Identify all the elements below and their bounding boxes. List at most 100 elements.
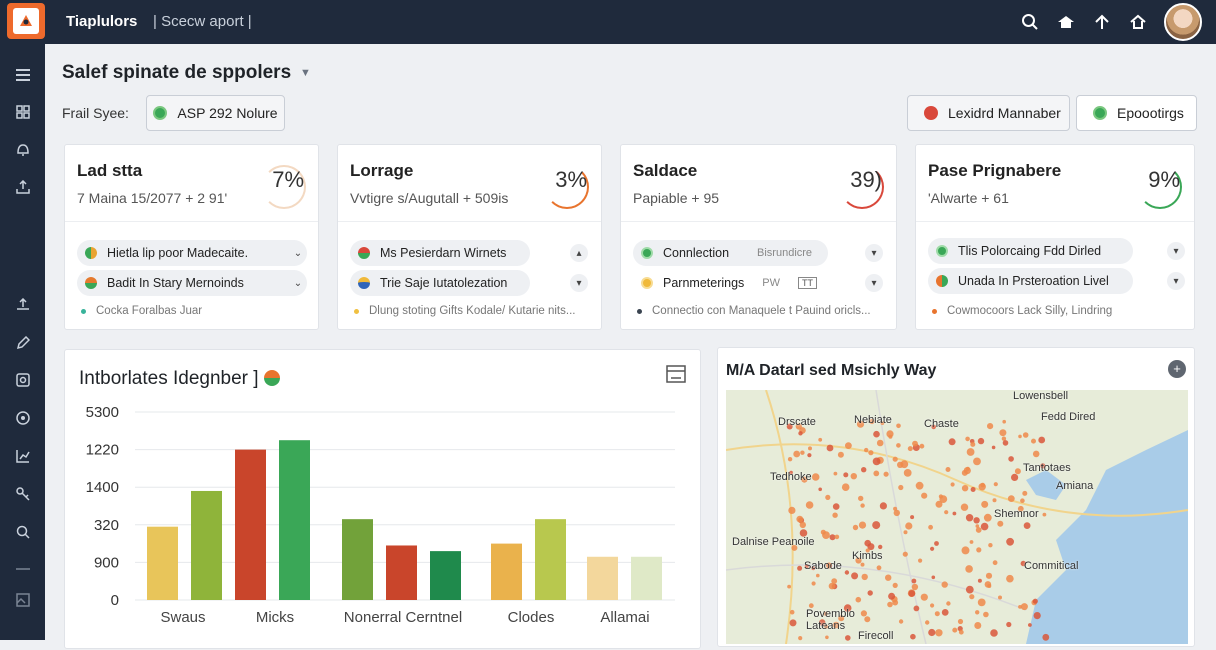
- bell-icon[interactable]: [12, 138, 34, 160]
- bar: [191, 490, 222, 600]
- map-point: [977, 598, 986, 607]
- map-label: Tantotaes: [1023, 462, 1071, 474]
- map-point: [903, 530, 908, 535]
- map-point: [829, 534, 836, 541]
- map-point: [945, 467, 951, 472]
- upload-tray-icon[interactable]: [12, 176, 34, 198]
- map-point: [892, 456, 898, 462]
- map[interactable]: Lowensbell Nebiate Chaste Fedd Dired Drs…: [726, 390, 1188, 644]
- map-point: [858, 521, 867, 529]
- card-item[interactable]: Tlis Polorcaing Fdd Dirled: [928, 238, 1133, 264]
- avatar[interactable]: [1164, 3, 1202, 41]
- map-point: [797, 565, 803, 571]
- map-point: [841, 483, 850, 491]
- chevron-down-icon[interactable]: ⌄: [289, 274, 307, 292]
- map-point: [966, 448, 975, 456]
- map-point: [980, 482, 985, 488]
- grid-icon[interactable]: [12, 101, 34, 123]
- map-point: [980, 522, 989, 531]
- map-point: [907, 446, 913, 452]
- map-point: [965, 585, 974, 594]
- kpi-card-4[interactable]: Pase Prignabere 'Alwarte + 61 9% Tlis Po…: [915, 144, 1195, 330]
- map-point: [990, 629, 998, 637]
- manager-button[interactable]: Lexidrd Mannaber: [907, 95, 1070, 131]
- card-percent: 39): [850, 167, 882, 192]
- chevron-down-icon[interactable]: ▾: [865, 244, 883, 262]
- map-point: [961, 546, 970, 555]
- map-point: [1032, 450, 1040, 458]
- card-item[interactable]: Trie Saje Iutatolezation: [350, 270, 530, 296]
- map-point: [858, 495, 864, 502]
- chevron-up-icon[interactable]: ▴: [570, 244, 588, 262]
- card-title: Pase Prignabere: [928, 161, 1062, 180]
- map-point: [850, 473, 857, 480]
- card-footer: Cowmocoors Lack Silly, Lindring: [932, 305, 1184, 317]
- map-point: [913, 605, 920, 612]
- card-item-label: Badit In Stary Mernoinds: [107, 276, 244, 290]
- map-point: [1023, 522, 1031, 529]
- map-point: [1022, 432, 1029, 438]
- search-side-icon[interactable]: [12, 521, 34, 543]
- map-point: [896, 423, 901, 429]
- add-icon[interactable]: +: [1168, 360, 1186, 378]
- card-percent: 9%: [1148, 167, 1180, 192]
- map-label: Sabode: [804, 560, 842, 572]
- x-category-label: Swaus: [160, 609, 205, 626]
- card-item[interactable]: Ms Pesierdarn Wirnets: [350, 240, 530, 266]
- key-icon[interactable]: [12, 483, 34, 505]
- edit-icon[interactable]: [12, 332, 34, 354]
- map-point: [973, 457, 981, 466]
- map-label: Kimbs: [852, 550, 883, 562]
- card-item[interactable]: Connlection Bisrundicre: [633, 240, 828, 266]
- map-point: [952, 511, 957, 516]
- map-point: [805, 501, 814, 509]
- chevron-down-icon[interactable]: ▾: [1167, 242, 1185, 260]
- map-point: [958, 629, 964, 635]
- card-item[interactable]: Parnmeterings PW TT: [633, 270, 828, 296]
- menu-icon[interactable]: [12, 64, 34, 86]
- card-item[interactable]: Unada In Prsteroation Livel: [928, 268, 1133, 294]
- map-point: [825, 635, 829, 640]
- house-outline-icon[interactable]: [1128, 12, 1148, 32]
- bar-chart-panel: Intborlates Idegnber ] 5300 1220 1400 320 90…: [64, 349, 701, 649]
- map-point: [788, 506, 796, 514]
- map-point: [872, 457, 881, 466]
- chevron-down-icon[interactable]: ▾: [570, 274, 588, 292]
- image-icon[interactable]: [12, 589, 34, 611]
- chevron-down-icon[interactable]: ▼: [300, 67, 311, 79]
- chevron-down-icon[interactable]: ▾: [1167, 272, 1185, 290]
- card-item[interactable]: Badit In Stary Mernoinds: [77, 270, 307, 296]
- card-item-label: Trie Saje Iutatolezation: [380, 276, 508, 290]
- bar: [147, 526, 178, 600]
- chevron-down-icon[interactable]: ▾: [865, 274, 883, 292]
- camera-icon[interactable]: [12, 369, 34, 391]
- reports-button[interactable]: Epoootirgs: [1076, 95, 1197, 131]
- card-item[interactable]: Hietla lip poor Madecaite.: [77, 240, 307, 266]
- kpi-card-3[interactable]: Saldace Papiable + 95 39) Connlection Bis…: [620, 144, 897, 330]
- manager-button-label: Lexidrd Mannaber: [948, 105, 1061, 121]
- map-point: [976, 547, 982, 553]
- chevron-down-icon[interactable]: ⌄: [289, 244, 307, 262]
- target-icon[interactable]: [12, 407, 34, 429]
- bar: [535, 519, 566, 600]
- map-point: [867, 590, 873, 596]
- map-point: [965, 565, 973, 573]
- share-icon[interactable]: [12, 294, 34, 316]
- kpi-card-1[interactable]: Lad stta 7 Maina 15/2077 + 2 91' 7% Hiet…: [64, 144, 319, 330]
- map-point: [1006, 621, 1012, 628]
- map-point: [992, 560, 998, 566]
- upload-icon[interactable]: [1092, 12, 1112, 32]
- x-category-label: Micks: [256, 609, 294, 626]
- filter-chip[interactable]: ASP 292 Nolure: [146, 95, 285, 131]
- app-logo[interactable]: [7, 3, 45, 39]
- map-point: [902, 551, 908, 557]
- chart-icon[interactable]: [12, 445, 34, 467]
- search-icon[interactable]: [1020, 12, 1040, 32]
- map-point: [892, 599, 899, 606]
- x-category-label: Nonerral Cerntnel: [344, 609, 462, 626]
- map-point: [970, 441, 976, 447]
- map-label: Nebiate: [854, 414, 892, 426]
- kpi-card-2[interactable]: Lorrage Vvtigre s/Augutall + 509is 3% Ms…: [337, 144, 602, 330]
- home-icon[interactable]: [1056, 12, 1076, 32]
- map-point: [789, 619, 797, 627]
